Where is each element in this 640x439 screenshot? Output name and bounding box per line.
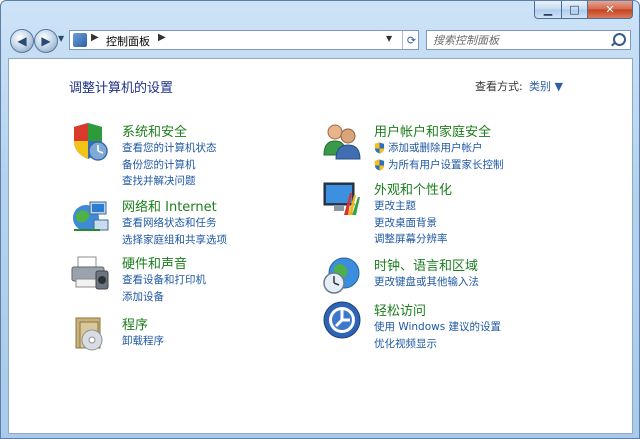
category-title[interactable]: 系统和安全 [122, 121, 187, 140]
maximize-button[interactable]: □ [562, 1, 588, 19]
view-by-dropdown[interactable]: 类别 ▼ [529, 78, 563, 94]
category-links: 查看网络状态和任务 选择家庭组和共享选项 [122, 215, 227, 248]
link-change-theme[interactable]: 更改主题 [374, 198, 448, 215]
clock-globe-icon[interactable] [322, 255, 362, 295]
shield-icon[interactable] [70, 121, 110, 161]
network-icon[interactable] [70, 196, 110, 236]
link-text[interactable]: 为所有用户设置家长控制 [388, 159, 504, 171]
link-text[interactable]: 添加或删除用户帐户 [388, 142, 483, 154]
forward-button[interactable]: ▶ [34, 29, 58, 53]
refresh-button[interactable]: ⟳ [402, 31, 420, 49]
programs-icon[interactable] [70, 314, 110, 354]
back-button[interactable]: ◀ [10, 29, 34, 53]
category-links: 更改主题 更改桌面背景 调整屏幕分辨率 [374, 198, 448, 248]
content-pane: 调整计算机的设置 查看方式: 类别 ▼ 系统和安全 查看您的计算机状态 备份您的… [8, 58, 633, 434]
search-icon[interactable] [613, 33, 626, 46]
breadcrumb-arrow[interactable]: ▶ [158, 32, 166, 43]
category-title[interactable]: 外观和个性化 [374, 179, 452, 198]
title-bar[interactable]: ▁ □ ✕ [1, 1, 639, 25]
category-title[interactable]: 用户帐户和家庭安全 [374, 121, 491, 140]
link-troubleshoot[interactable]: 查找并解决问题 [122, 173, 217, 190]
category-title[interactable]: 轻松访问 [374, 300, 426, 319]
category-title[interactable]: 时钟、语言和区域 [374, 255, 478, 274]
link-uninstall-program[interactable]: 卸载程序 [122, 333, 164, 350]
search-input[interactable] [433, 32, 608, 48]
link-network-status[interactable]: 查看网络状态和任务 [122, 215, 227, 232]
link-add-remove-accounts[interactable]: 添加或删除用户帐户 [374, 140, 504, 157]
link-screen-resolution[interactable]: 调整屏幕分辨率 [374, 231, 448, 248]
link-keyboard-input[interactable]: 更改键盘或其他输入法 [374, 274, 479, 291]
link-backup-computer[interactable]: 备份您的计算机 [122, 157, 217, 174]
navigation-toolbar: ◀ ▶ ▼ ▶ 控制面板 ▶ ▼ ⟳ [1, 25, 639, 57]
breadcrumb-separator[interactable]: ▶ [91, 32, 99, 43]
uac-shield-icon [374, 142, 385, 154]
users-icon[interactable] [322, 121, 362, 161]
category-links: 查看您的计算机状态 备份您的计算机 查找并解决问题 [122, 140, 217, 190]
printer-icon[interactable] [70, 253, 110, 293]
category-title[interactable]: 程序 [122, 314, 148, 333]
window-controls: ▁ □ ✕ [534, 1, 633, 19]
category-links: 使用 Windows 建议的设置 优化视频显示 [374, 319, 501, 352]
link-add-device[interactable]: 添加设备 [122, 289, 206, 306]
link-view-computer-status[interactable]: 查看您的计算机状态 [122, 140, 217, 157]
link-windows-recommended-settings[interactable]: 使用 Windows 建议的设置 [374, 319, 501, 336]
search-box[interactable] [426, 30, 631, 50]
breadcrumb-control-panel[interactable]: 控制面板 [106, 33, 150, 49]
link-parental-controls[interactable]: 为所有用户设置家长控制 [374, 157, 504, 174]
control-panel-icon [73, 33, 87, 47]
address-dropdown-icon[interactable]: ▼ [386, 34, 392, 43]
link-optimize-video-display[interactable]: 优化视频显示 [374, 336, 501, 353]
close-button[interactable]: ✕ [588, 1, 633, 19]
category-links: 查看设备和打印机 添加设备 [122, 272, 206, 305]
category-links: 卸载程序 [122, 333, 164, 350]
category-links: 添加或删除用户帐户 为所有用户设置家长控制 [374, 140, 504, 173]
display-icon[interactable] [322, 179, 362, 219]
page-title: 调整计算机的设置 [69, 81, 174, 96]
minimize-button[interactable]: ▁ [534, 1, 562, 19]
recent-pages-dropdown[interactable]: ▼ [58, 34, 64, 43]
control-panel-window: ▁ □ ✕ ◀ ▶ ▼ ▶ 控制面板 ▶ ▼ ⟳ 调整计算机的设置 查看方式: … [0, 0, 640, 439]
link-devices-printers[interactable]: 查看设备和打印机 [122, 272, 206, 289]
link-desktop-background[interactable]: 更改桌面背景 [374, 215, 448, 232]
address-bar[interactable]: ▶ 控制面板 ▶ ▼ ⟳ [69, 30, 419, 50]
category-title[interactable]: 网络和 Internet [122, 196, 217, 215]
uac-shield-icon [374, 159, 385, 170]
view-by-label: 查看方式: [475, 80, 523, 93]
category-links: 更改键盘或其他输入法 [374, 274, 479, 291]
accessibility-icon[interactable] [322, 300, 362, 340]
category-title[interactable]: 硬件和声音 [122, 253, 187, 272]
link-homegroup-sharing[interactable]: 选择家庭组和共享选项 [122, 232, 227, 249]
